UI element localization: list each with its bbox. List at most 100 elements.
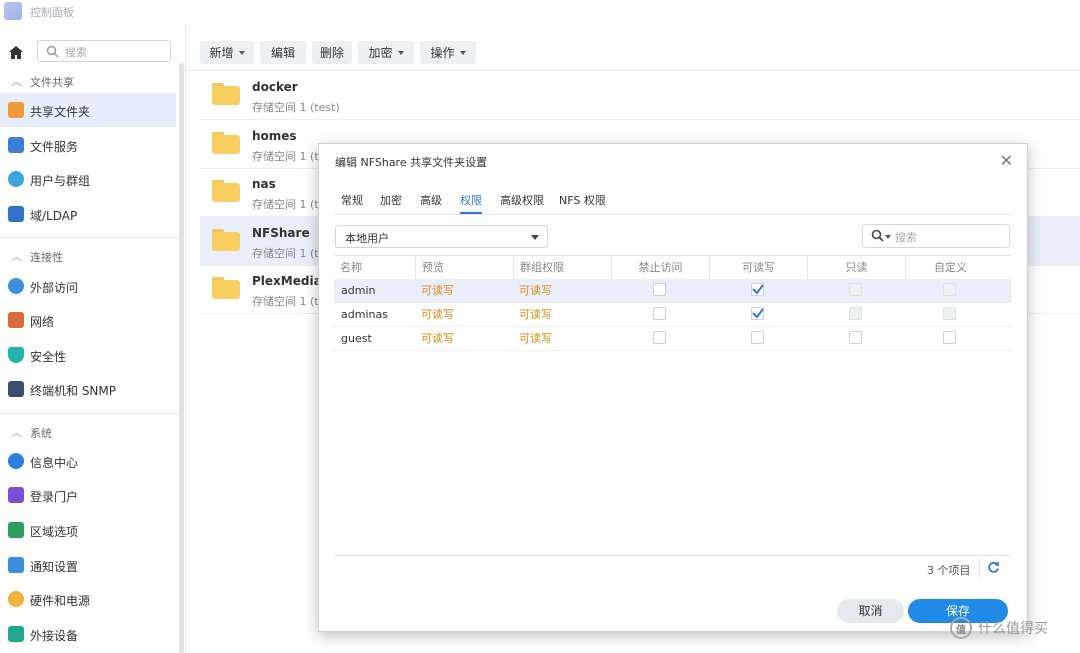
custom-checkbox	[943, 283, 956, 296]
col-preview[interactable]: 预览	[415, 256, 513, 280]
table-row[interactable]: admin 可读写 可读写	[334, 279, 1011, 303]
tab-nfs-permissions[interactable]: NFS 权限	[559, 192, 606, 208]
col-group-permission[interactable]: 群组权限	[513, 256, 611, 280]
user-type-select[interactable]: 本地用户	[335, 225, 548, 248]
checkmark-icon	[752, 284, 764, 295]
sidebar-scrollbar[interactable]	[179, 63, 184, 653]
create-button[interactable]: 新增	[200, 41, 254, 64]
sidebar-item-users-groups[interactable]: 用户与群组	[0, 162, 176, 196]
domain-icon	[8, 206, 24, 222]
footer-separator	[979, 559, 980, 577]
folder-icon	[212, 180, 240, 202]
sidebar-item-regional-options[interactable]: 区域选项	[0, 513, 176, 547]
read-only-checkbox	[849, 307, 862, 320]
folder-icon	[212, 277, 240, 299]
section-file-sharing[interactable]: ︿ 文件共享	[0, 71, 178, 91]
sidebar-search-input[interactable]: 搜索	[37, 40, 171, 62]
search-icon	[871, 229, 884, 242]
read-write-checkbox[interactable]	[751, 307, 764, 320]
watermark-text: 什么值得买	[978, 621, 1048, 637]
read-only-checkbox	[849, 283, 862, 296]
encrypt-button[interactable]: 加密	[358, 41, 414, 64]
folder-icon	[212, 132, 240, 154]
sidebar-item-security[interactable]: 安全性	[0, 338, 176, 372]
chevron-up-icon: ︿	[11, 426, 22, 439]
dialog-tabs: 常规 加密 高级 权限 高级权限 NFS 权限	[334, 186, 1011, 215]
security-icon	[8, 347, 24, 363]
col-name[interactable]: 名称	[334, 256, 415, 280]
no-access-checkbox[interactable]	[653, 331, 666, 344]
refresh-icon[interactable]	[987, 561, 1000, 577]
search-icon	[46, 45, 59, 58]
tab-advanced-permissions[interactable]: 高级权限	[500, 192, 544, 208]
watermark: 值 什么值得买	[950, 617, 1048, 639]
chevron-down-icon	[531, 235, 539, 240]
shared-folder-icon	[8, 102, 24, 118]
checkmark-icon	[752, 308, 764, 319]
action-button[interactable]: 操作	[420, 41, 476, 64]
external-access-icon	[8, 278, 24, 294]
delete-button[interactable]: 删除	[312, 41, 352, 64]
caret-down-icon	[459, 50, 466, 55]
table-row[interactable]: adminas 可读写 可读写	[334, 303, 1011, 327]
col-read-write[interactable]: 可读写	[709, 256, 807, 280]
external-devices-icon	[8, 626, 24, 642]
section-connectivity[interactable]: ︿ 连接性	[0, 246, 178, 266]
col-custom[interactable]: 自定义	[905, 256, 995, 280]
network-icon	[8, 312, 24, 328]
table-row[interactable]: guest 可读写 可读写	[334, 327, 1011, 351]
watermark-logo: 值	[950, 617, 972, 639]
section-system[interactable]: ︿ 系统	[0, 422, 178, 442]
sidebar-divider	[0, 413, 178, 414]
sidebar-item-shared-folder[interactable]: 共享文件夹	[0, 93, 176, 127]
dialog-search-input[interactable]: 搜索	[862, 224, 1010, 248]
notification-icon	[8, 557, 24, 573]
sidebar-item-notification[interactable]: 通知设置	[0, 548, 176, 582]
sidebar-item-info-center[interactable]: 信息中心	[0, 444, 176, 478]
sidebar-item-external-access[interactable]: 外部访问	[0, 269, 176, 303]
sidebar-item-file-services[interactable]: 文件服务	[0, 128, 176, 162]
users-icon	[8, 171, 24, 187]
caret-down-icon	[397, 50, 404, 55]
sidebar-item-hardware-power[interactable]: 硬件和电源	[0, 582, 176, 616]
chevron-up-icon: ︿	[11, 75, 22, 88]
tab-general[interactable]: 常规	[341, 192, 363, 208]
terminal-icon	[8, 381, 24, 397]
region-icon	[8, 522, 24, 538]
read-write-checkbox[interactable]	[751, 283, 764, 296]
search-placeholder: 搜索	[65, 46, 87, 59]
custom-checkbox[interactable]	[943, 331, 956, 344]
read-only-checkbox[interactable]	[849, 331, 862, 344]
tab-advanced[interactable]: 高级	[420, 192, 442, 208]
item-count: 3 个项目	[927, 564, 971, 577]
folder-icon	[212, 229, 240, 251]
no-access-checkbox[interactable]	[653, 283, 666, 296]
col-no-access[interactable]: 禁止访问	[611, 256, 709, 280]
hardware-icon	[8, 591, 24, 607]
tab-permissions[interactable]: 权限	[460, 192, 482, 214]
sidebar-item-terminal-snmp[interactable]: 终端机和 SNMP	[0, 372, 176, 406]
window-titlebar: 控制面板	[0, 0, 1080, 26]
sidebar-item-external-devices[interactable]: 外接设备	[0, 617, 176, 651]
cancel-button[interactable]: 取消	[837, 599, 904, 623]
sidebar-item-domain-ldap[interactable]: 域/LDAP	[0, 197, 176, 231]
sidebar-divider	[0, 237, 178, 238]
tab-encryption[interactable]: 加密	[380, 192, 402, 208]
caret-down-icon	[238, 50, 245, 55]
window-title: 控制面板	[30, 6, 74, 19]
edit-button[interactable]: 编辑	[260, 41, 306, 64]
chevron-up-icon: ︿	[11, 250, 22, 263]
sidebar-item-login-portal[interactable]: 登录门户	[0, 478, 176, 512]
home-button[interactable]	[4, 40, 28, 64]
table-footer-divider	[334, 555, 1011, 556]
read-write-checkbox[interactable]	[751, 331, 764, 344]
folder-row[interactable]: docker 存储空间 1 (test)	[200, 71, 1080, 120]
file-services-icon	[8, 137, 24, 153]
control-panel-icon	[4, 2, 22, 20]
sidebar-item-network[interactable]: 网络	[0, 303, 176, 337]
close-icon[interactable]: ✕	[1000, 151, 1013, 170]
no-access-checkbox[interactable]	[653, 307, 666, 320]
table-header: 名称 预览 群组权限 禁止访问 可读写 只读 自定义	[334, 255, 1011, 281]
col-read-only[interactable]: 只读	[807, 256, 905, 280]
custom-checkbox	[943, 307, 956, 320]
